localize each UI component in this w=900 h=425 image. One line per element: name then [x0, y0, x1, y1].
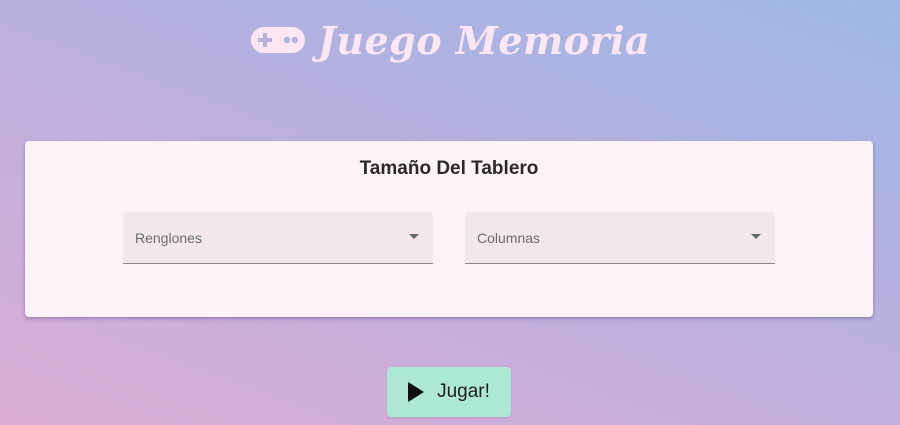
play-icon	[408, 382, 425, 402]
play-button-label: Jugar!	[437, 381, 490, 402]
board-size-title: Tamaño Del Tablero	[359, 158, 539, 179]
rows-select[interactable]: Renglones	[123, 212, 433, 264]
rows-select-label: Renglones	[135, 230, 202, 246]
columns-select-label: Columnas	[477, 230, 541, 246]
board-size-card: Tamaño Del Tablero Renglones Columnas	[25, 141, 873, 317]
gamepad-icon	[250, 25, 306, 55]
chevron-down-icon	[409, 234, 419, 239]
app-title: Juego Memoria	[317, 17, 651, 63]
chevron-down-icon	[751, 234, 761, 239]
columns-select[interactable]: Columnas	[465, 212, 775, 264]
app-header: Juego Memoria	[0, 12, 900, 68]
play-button[interactable]: Jugar!	[387, 367, 511, 417]
